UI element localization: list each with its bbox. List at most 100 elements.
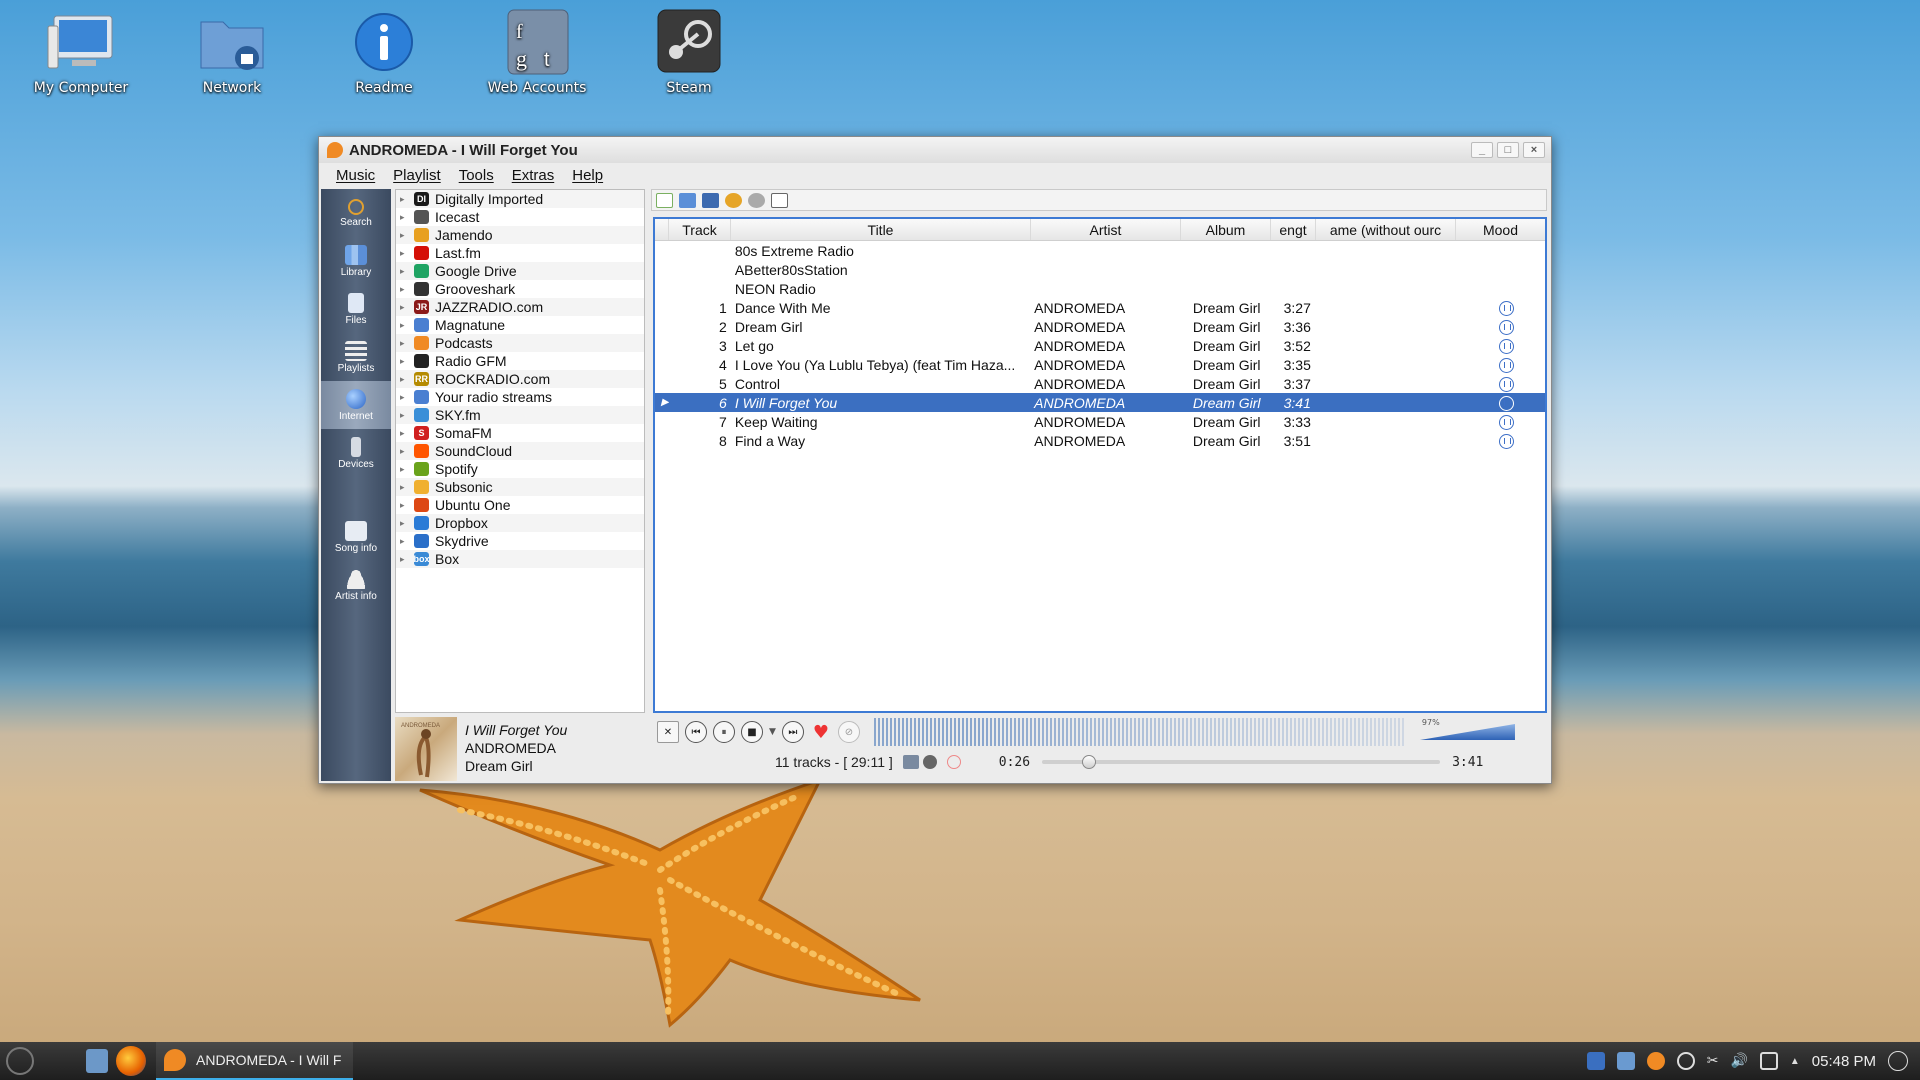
internet-services-tree[interactable]: ▸ DI Digitally Imported ▸ Icecast ▸ Jamendo ▸ La… <box>395 189 645 713</box>
desktop-icon-network[interactable]: Network <box>167 8 297 96</box>
maximize-button[interactable]: □ <box>1497 142 1519 158</box>
playlist-row[interactable]: 7 Keep Waiting ANDROMEDA Dream Girl 3:33 <box>655 412 1545 431</box>
network-tray-icon[interactable] <box>1676 1052 1695 1070</box>
clear-playlist-icon[interactable] <box>771 192 788 208</box>
service-item[interactable]: ▸ Subsonic <box>396 478 644 496</box>
expand-arrow-icon[interactable]: ▸ <box>400 320 414 331</box>
service-item[interactable]: ▸ Ubuntu One <box>396 496 644 514</box>
minimize-button[interactable]: _ <box>1471 142 1493 158</box>
clock[interactable]: 05:48 PM <box>1812 1053 1876 1070</box>
service-item[interactable]: ▸ Last.fm <box>396 244 644 262</box>
lastfm-icon[interactable] <box>922 755 937 769</box>
service-item[interactable]: ▸ Dropbox <box>396 514 644 532</box>
moodbar-icon[interactable] <box>1499 338 1515 354</box>
new-playlist-icon[interactable] <box>656 192 673 208</box>
sidebar-item-internet[interactable]: Internet <box>321 381 391 429</box>
expand-arrow-icon[interactable]: ▸ <box>400 212 414 223</box>
expand-arrow-icon[interactable]: ▸ <box>400 410 414 421</box>
playlist-row[interactable]: 1 Dance With Me ANDROMEDA Dream Girl 3:27 <box>655 298 1545 317</box>
menu-extras[interactable]: Extras <box>503 167 564 184</box>
expand-arrow-icon[interactable]: ▸ <box>400 536 414 547</box>
col-artist[interactable]: Artist <box>1031 219 1181 240</box>
service-item[interactable]: ▸ RR ROCKRADIO.com <box>396 370 644 388</box>
service-item[interactable]: ▸ box Box <box>396 550 644 568</box>
sidebar-item-song-info[interactable]: Song info <box>321 513 391 561</box>
desktop-icon-readme[interactable]: Readme <box>319 8 449 96</box>
screen-icon[interactable] <box>1616 1052 1635 1070</box>
expand-arrow-icon[interactable]: ▸ <box>400 392 414 403</box>
playlist-row[interactable]: ▶ 6 I Will Forget You ANDROMEDA Dream Girl 3:… <box>655 393 1545 412</box>
taskbar-task-clementine[interactable]: ANDROMEDA - I Will F <box>156 1042 354 1080</box>
service-item[interactable]: ▸ Grooveshark <box>396 280 644 298</box>
pause-button[interactable]: ⏸ <box>713 721 735 743</box>
kde-icon[interactable] <box>1586 1052 1605 1070</box>
expand-arrow-icon[interactable]: ▸ <box>400 284 414 295</box>
service-item[interactable]: ▸ DI Digitally Imported <box>396 190 644 208</box>
playlist-row[interactable]: 4 I Love You (Ya Lublu Tebya) (feat Tim H… <box>655 355 1545 374</box>
playlist-view[interactable]: Track Title Artist Album engt ame (witho… <box>653 217 1547 713</box>
playlist-row[interactable]: 3 Let go ANDROMEDA Dream Girl 3:52 <box>655 336 1545 355</box>
playlist-row[interactable]: 2 Dream Girl ANDROMEDA Dream Girl 3:36 <box>655 317 1545 336</box>
expand-arrow-icon[interactable]: ▸ <box>400 302 414 313</box>
col-filename[interactable]: ame (without ourc <box>1316 219 1456 240</box>
service-item[interactable]: ▸ JR JAZZRADIO.com <box>396 298 644 316</box>
service-item[interactable]: ▸ Podcasts <box>396 334 644 352</box>
clementine-tray-icon[interactable] <box>1646 1052 1665 1070</box>
col-album[interactable]: Album <box>1181 219 1271 240</box>
service-item[interactable]: ▸ Skydrive <box>396 532 644 550</box>
service-item[interactable]: ▸ Radio GFM <box>396 352 644 370</box>
moodbar-icon[interactable] <box>1499 433 1515 449</box>
seek-slider[interactable] <box>1042 755 1441 769</box>
sidebar-item-playlists[interactable]: Playlists <box>321 333 391 381</box>
save-playlist-icon[interactable] <box>702 192 719 208</box>
moodbar-icon[interactable] <box>1499 376 1515 392</box>
clipboard-icon[interactable] <box>1759 1052 1778 1070</box>
moodbar-icon[interactable] <box>1499 357 1515 373</box>
sidebar-item-search[interactable]: Search <box>321 189 391 237</box>
playlist-row[interactable]: ABetter80sStation <box>655 260 1545 279</box>
menu-tools[interactable]: Tools <box>450 167 503 184</box>
expand-arrow-icon[interactable]: ▸ <box>400 518 414 529</box>
close-button[interactable]: × <box>1523 142 1545 158</box>
stop-button[interactable]: ■ <box>741 721 763 743</box>
volume-slider[interactable]: 97% <box>1419 718 1518 742</box>
service-item[interactable]: ▸ Spotify <box>396 460 644 478</box>
now-playing-widget[interactable]: ANDROMEDA I Will Forget You ANDROMEDA Dr… <box>395 717 645 781</box>
expand-arrow-icon[interactable]: ▸ <box>400 554 414 565</box>
expand-arrow-icon[interactable]: ▸ <box>400 500 414 511</box>
menu-playlist[interactable]: Playlist <box>384 167 450 184</box>
window-titlebar[interactable]: ANDROMEDA - I Will Forget You _ □ × <box>319 137 1551 163</box>
playlist-row[interactable]: 5 Control ANDROMEDA Dream Girl 3:37 <box>655 374 1545 393</box>
expand-arrow-icon[interactable]: ▸ <box>400 428 414 439</box>
service-item[interactable]: ▸ SoundCloud <box>396 442 644 460</box>
col-mood[interactable]: Mood <box>1456 219 1545 240</box>
service-item[interactable]: ▸ SKY.fm <box>396 406 644 424</box>
playlist-row[interactable]: 80s Extreme Radio <box>655 241 1545 260</box>
undo-icon[interactable] <box>725 192 742 208</box>
tray-expand-icon[interactable]: ▲ <box>1790 1056 1800 1067</box>
service-item[interactable]: ▸ Google Drive <box>396 262 644 280</box>
seek-knob[interactable] <box>1082 755 1097 769</box>
info-tray-icon[interactable] <box>1888 1051 1908 1071</box>
col-length[interactable]: engt <box>1271 219 1316 240</box>
moodbar-icon[interactable] <box>1499 414 1515 430</box>
col-track[interactable]: Track <box>669 219 731 240</box>
expand-arrow-icon[interactable]: ▸ <box>400 356 414 367</box>
clear-icon[interactable]: ✕ <box>657 721 679 743</box>
love-button[interactable]: ♥ <box>810 721 832 743</box>
volume-icon[interactable]: 🔊 <box>1730 1052 1747 1070</box>
expand-arrow-icon[interactable]: ▸ <box>400 446 414 457</box>
playlist-row[interactable]: 8 Find a Way ANDROMEDA Dream Girl 3:51 <box>655 431 1545 450</box>
service-item[interactable]: ▸ Magnatune <box>396 316 644 334</box>
expand-arrow-icon[interactable]: ▸ <box>400 482 414 493</box>
desktop-icon-steam[interactable]: Steam <box>624 8 754 96</box>
service-item[interactable]: ▸ Icecast <box>396 208 644 226</box>
desktop-icon-web-accounts[interactable]: fgt Web Accounts <box>472 8 602 96</box>
sidebar-item-artist-info[interactable]: Artist info <box>321 561 391 609</box>
menu-music[interactable]: Music <box>327 167 384 184</box>
playlist-row[interactable]: NEON Radio <box>655 279 1545 298</box>
service-item[interactable]: ▸ Your radio streams <box>396 388 644 406</box>
expand-arrow-icon[interactable]: ▸ <box>400 374 414 385</box>
expand-arrow-icon[interactable]: ▸ <box>400 194 414 205</box>
expand-arrow-icon[interactable]: ▸ <box>400 230 414 241</box>
